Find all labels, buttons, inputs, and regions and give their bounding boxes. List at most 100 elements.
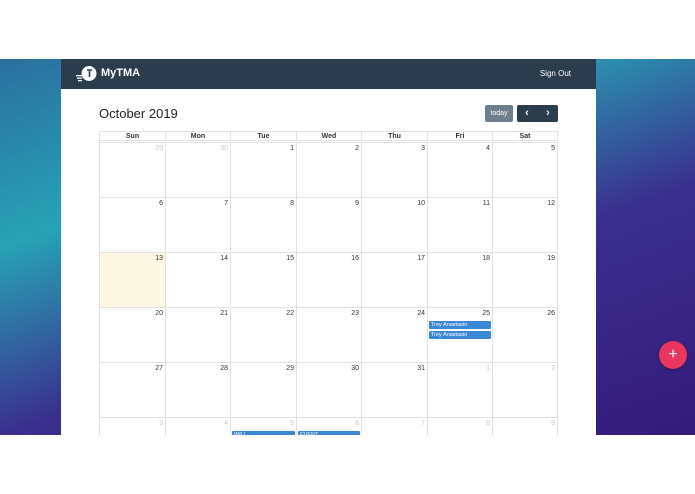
day-number: 21: [220, 310, 228, 317]
app-background: MyTMA Sign Out October 2019 today ‹ › Su…: [0, 59, 695, 435]
sign-out-link[interactable]: Sign Out: [540, 69, 571, 78]
weekday-sun: Sun: [99, 131, 165, 141]
day-number: 9: [355, 200, 359, 207]
day-number: 19: [547, 255, 555, 262]
day-number: 24: [417, 310, 425, 317]
day-cell[interactable]: 6: [99, 197, 165, 252]
day-number: 1: [290, 145, 294, 152]
day-cell[interactable]: 18: [427, 252, 492, 307]
day-cell[interactable]: 21: [165, 307, 230, 362]
day-number: 29: [155, 145, 163, 152]
calendar-event[interactable]: Trey Anastasio: [429, 331, 491, 339]
day-number: 27: [155, 365, 163, 372]
day-number: 29: [286, 365, 294, 372]
day-cell[interactable]: 25 Trey Anastasio Trey Anastasio: [427, 307, 492, 362]
day-number: 5: [290, 420, 294, 427]
day-number: 16: [351, 255, 359, 262]
day-number: 7: [421, 420, 425, 427]
day-number: 13: [155, 255, 163, 262]
day-cell[interactable]: 17: [361, 252, 427, 307]
day-cell[interactable]: 13: [99, 252, 165, 307]
day-number: 2: [355, 145, 359, 152]
month-title: October 2019: [99, 106, 178, 121]
weekday-tue: Tue: [230, 131, 296, 141]
day-number: 2: [551, 365, 555, 372]
navbar: MyTMA Sign Out: [61, 59, 596, 89]
day-number: 22: [286, 310, 294, 317]
day-number: 8: [290, 200, 294, 207]
day-cell[interactable]: 19: [492, 252, 558, 307]
day-cell[interactable]: 2: [492, 362, 558, 417]
day-cell[interactable]: 12: [492, 197, 558, 252]
calendar-event[interactable]: EVENT: [298, 431, 360, 435]
day-cell[interactable]: 15: [230, 252, 296, 307]
day-number: 25: [482, 310, 490, 317]
day-number: 20: [155, 310, 163, 317]
day-number: 10: [417, 200, 425, 207]
day-number: 6: [355, 420, 359, 427]
day-cell[interactable]: 31: [361, 362, 427, 417]
main-panel: MyTMA Sign Out October 2019 today ‹ › Su…: [61, 59, 596, 435]
day-number: 1: [486, 365, 490, 372]
day-cell[interactable]: 3: [361, 142, 427, 197]
day-cell[interactable]: 24: [361, 307, 427, 362]
day-number: 11: [482, 200, 490, 207]
day-cell[interactable]: 8: [230, 197, 296, 252]
day-cell[interactable]: 5: [492, 142, 558, 197]
day-number: 17: [417, 255, 425, 262]
day-cell[interactable]: 1: [230, 142, 296, 197]
calendar-event[interactable]: Trey Anastasio: [429, 321, 491, 329]
weekday-fri: Fri: [427, 131, 492, 141]
day-cell[interactable]: 2: [296, 142, 361, 197]
weekday-thu: Thu: [361, 131, 427, 141]
weekday-header: Sun Mon Tue Wed Thu Fri Sat: [99, 131, 558, 142]
add-event-button[interactable]: +: [659, 341, 687, 369]
day-cell[interactable]: 29: [230, 362, 296, 417]
month-calendar: Sun Mon Tue Wed Thu Fri Sat 29 30 1 2 3 4 5 6 7 8 9 10 11 1…: [99, 131, 558, 435]
brand-title[interactable]: MyTMA: [101, 67, 140, 79]
chevron-left-icon[interactable]: ‹: [517, 105, 537, 122]
day-number: 5: [551, 145, 555, 152]
day-cell[interactable]: 7: [361, 417, 427, 435]
day-cell[interactable]: 20: [99, 307, 165, 362]
day-number: 18: [482, 255, 490, 262]
day-cell[interactable]: 9: [296, 197, 361, 252]
day-cell[interactable]: 11: [427, 197, 492, 252]
day-cell[interactable]: 1: [427, 362, 492, 417]
month-nav-group: ‹ ›: [517, 105, 558, 122]
day-number: 6: [159, 200, 163, 207]
day-cell[interactable]: 27: [99, 362, 165, 417]
day-number: 30: [351, 365, 359, 372]
day-cell[interactable]: 22: [230, 307, 296, 362]
day-number: 4: [224, 420, 228, 427]
day-cell[interactable]: 16: [296, 252, 361, 307]
day-cell[interactable]: 30: [296, 362, 361, 417]
day-number: 3: [421, 145, 425, 152]
day-cell[interactable]: 5 WILL: [230, 417, 296, 435]
day-cell[interactable]: 30: [165, 142, 230, 197]
day-cell[interactable]: 28: [165, 362, 230, 417]
day-number: 28: [220, 365, 228, 372]
day-cell[interactable]: 29: [99, 142, 165, 197]
calendar-event[interactable]: WILL: [232, 431, 295, 435]
day-cell[interactable]: 4: [427, 142, 492, 197]
day-number: 9: [551, 420, 555, 427]
day-cell[interactable]: 6 EVENT: [296, 417, 361, 435]
day-cell[interactable]: 3: [99, 417, 165, 435]
day-cell[interactable]: 26: [492, 307, 558, 362]
day-cell[interactable]: 4: [165, 417, 230, 435]
weekday-sat: Sat: [492, 131, 558, 141]
day-cell[interactable]: 7: [165, 197, 230, 252]
chevron-right-icon[interactable]: ›: [538, 105, 558, 122]
day-number: 8: [486, 420, 490, 427]
day-number: 7: [224, 200, 228, 207]
day-cell[interactable]: 10: [361, 197, 427, 252]
day-number: 30: [220, 145, 228, 152]
day-cell[interactable]: 23: [296, 307, 361, 362]
logo-icon[interactable]: [75, 65, 97, 82]
day-cell[interactable]: 14: [165, 252, 230, 307]
today-button[interactable]: today: [485, 105, 513, 122]
day-cell[interactable]: 9: [492, 417, 558, 435]
day-cell[interactable]: 8: [427, 417, 492, 435]
day-number: 3: [159, 420, 163, 427]
